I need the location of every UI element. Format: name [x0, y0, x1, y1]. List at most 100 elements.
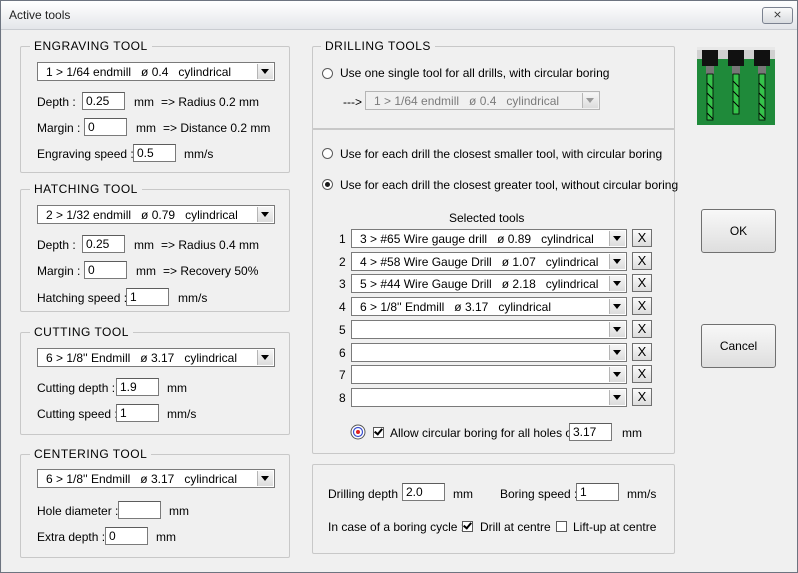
closest-greater-radio[interactable]: [322, 179, 333, 190]
engraving-tool-select[interactable]: 1 > 1/64 endmill ø 0.4 cylindrical: [37, 62, 275, 81]
selected-tool-value: 4 > #58 Wire Gauge Drill ø 1.07 cylindri…: [360, 255, 599, 269]
boring-speed-input[interactable]: 1: [576, 483, 619, 501]
tool-slot-number: 1: [339, 232, 346, 246]
hatching-tool-select[interactable]: 2 > 1/32 endmill ø 0.79 cylindrical: [37, 205, 275, 224]
selected-tool-select[interactable]: [351, 343, 627, 362]
chevron-down-icon[interactable]: [257, 64, 273, 79]
remove-tool-button[interactable]: X: [632, 388, 652, 406]
chevron-down-icon[interactable]: [609, 254, 625, 269]
remove-tool-button[interactable]: X: [632, 365, 652, 383]
remove-tool-button[interactable]: X: [632, 297, 652, 315]
tool-slot-number: 8: [339, 391, 346, 405]
selected-tool-select[interactable]: [351, 320, 627, 339]
drilling-single-group: DRILLING TOOLS Use one single tool for a…: [312, 39, 675, 130]
single-tool-select[interactable]: 1 > 1/64 endmill ø 0.4 cylindrical: [365, 91, 600, 110]
remove-tool-button[interactable]: X: [632, 229, 652, 247]
cutting-tool-group: CUTTING TOOL 6 > 1/8'' Endmill ø 3.17 cy…: [20, 325, 290, 435]
hatching-depth-input[interactable]: 0.25: [82, 235, 125, 253]
hole-diameter-unit: mm: [169, 504, 189, 518]
chevron-down-icon[interactable]: [609, 390, 625, 405]
cutting-tool-value: 6 > 1/8'' Endmill ø 3.17 cylindrical: [46, 351, 237, 365]
liftup-at-centre-checkbox[interactable]: [556, 521, 567, 532]
allow-circular-boring-checkbox[interactable]: [373, 427, 384, 438]
selected-tool-value: 3 > #65 Wire gauge drill ø 0.89 cylindri…: [360, 232, 594, 246]
hatching-margin-input[interactable]: 0: [84, 261, 127, 279]
cancel-button[interactable]: Cancel: [701, 324, 776, 368]
engraving-speed-input[interactable]: 0.5: [133, 144, 176, 162]
centering-tool-select[interactable]: 6 > 1/8'' Endmill ø 3.17 cylindrical: [37, 469, 275, 488]
selected-tool-select[interactable]: 5 > #44 Wire Gauge Drill ø 2.18 cylindri…: [351, 274, 627, 293]
allow-circular-boring-unit: mm: [622, 426, 642, 440]
hatching-depth-unit: mm: [134, 238, 154, 252]
drilling-depth-unit: mm: [453, 487, 473, 501]
selected-tool-select[interactable]: [351, 388, 627, 407]
hatching-margin-note: => Recovery 50%: [163, 264, 259, 278]
engraving-margin-label: Margin :: [37, 121, 81, 135]
extra-depth-input[interactable]: 0: [105, 527, 148, 545]
hatching-speed-label: Hatching speed :: [37, 291, 128, 305]
engraving-margin-note: => Distance 0.2 mm: [163, 121, 271, 135]
chevron-down-icon[interactable]: [609, 345, 625, 360]
chevron-down-icon[interactable]: [609, 231, 625, 246]
single-tool-label: Use one single tool for all drills, with…: [340, 66, 610, 80]
chevron-down-icon[interactable]: [609, 276, 625, 291]
hole-diameter-label: Hole diameter :: [37, 504, 119, 518]
engraving-legend: ENGRAVING TOOL: [30, 39, 152, 53]
cutting-legend: CUTTING TOOL: [30, 325, 133, 339]
single-tool-value: 1 > 1/64 endmill ø 0.4 cylindrical: [374, 94, 560, 108]
remove-tool-button[interactable]: X: [632, 252, 652, 270]
cutting-depth-input[interactable]: 1.9: [116, 378, 159, 396]
allow-circular-boring-input[interactable]: 3.17: [569, 423, 612, 441]
boring-speed-label: Boring speed :: [500, 487, 578, 501]
hatching-tool-group: HATCHING TOOL 2 > 1/32 endmill ø 0.79 cy…: [20, 182, 290, 312]
drill-bits-icon: [697, 47, 775, 125]
drilling-depth-input[interactable]: 2.0: [402, 483, 445, 501]
drilling-legend: DRILLING TOOLS: [321, 39, 435, 53]
closest-greater-label: Use for each drill the closest greater t…: [340, 178, 679, 192]
chevron-down-icon[interactable]: [257, 350, 273, 365]
drill-at-centre-checkbox[interactable]: [462, 521, 473, 532]
circular-boring-icon: [350, 424, 366, 440]
cutting-depth-label: Cutting depth :: [37, 381, 116, 395]
chevron-down-icon[interactable]: [257, 471, 273, 486]
engraving-depth-input[interactable]: 0.25: [82, 92, 125, 110]
chevron-down-icon[interactable]: [609, 322, 625, 337]
engraving-margin-input[interactable]: 0: [84, 118, 127, 136]
close-button[interactable]: ⨯: [762, 7, 793, 24]
selected-tool-select[interactable]: 4 > #58 Wire Gauge Drill ø 1.07 cylindri…: [351, 252, 627, 271]
closest-smaller-label: Use for each drill the closest smaller t…: [340, 147, 663, 161]
single-tool-radio[interactable]: [322, 68, 333, 79]
drilling-depth-label: Drilling depth :: [328, 487, 405, 501]
chevron-down-icon[interactable]: [582, 93, 598, 108]
tool-slot-number: 7: [339, 368, 346, 382]
closest-smaller-radio[interactable]: [322, 148, 333, 159]
cutting-tool-select[interactable]: 6 > 1/8'' Endmill ø 3.17 cylindrical: [37, 348, 275, 367]
engraving-margin-unit: mm: [136, 121, 156, 135]
centering-legend: CENTERING TOOL: [30, 447, 152, 461]
remove-tool-button[interactable]: X: [632, 274, 652, 292]
title-bar: Active tools ⨯: [1, 1, 797, 30]
selected-tool-value: 6 > 1/8'' Endmill ø 3.17 cylindrical: [360, 300, 551, 314]
hole-diameter-input[interactable]: [118, 501, 161, 519]
selected-tool-select[interactable]: 6 > 1/8'' Endmill ø 3.17 cylindrical: [351, 297, 627, 316]
drilling-selected-group: Use for each drill the closest smaller t…: [312, 128, 679, 454]
chevron-down-icon[interactable]: [257, 207, 273, 222]
centering-tool-group: CENTERING TOOL 6 > 1/8'' Endmill ø 3.17 …: [20, 447, 290, 558]
engraving-speed-unit: mm/s: [184, 147, 214, 161]
remove-tool-button[interactable]: X: [632, 320, 652, 338]
selected-tool-select[interactable]: 3 > #65 Wire gauge drill ø 0.89 cylindri…: [351, 229, 627, 248]
hatching-speed-input[interactable]: 1: [126, 288, 169, 306]
chevron-down-icon[interactable]: [609, 299, 625, 314]
cutting-speed-label: Cutting speed :: [37, 407, 118, 421]
chevron-down-icon[interactable]: [609, 367, 625, 382]
cutting-speed-unit: mm/s: [167, 407, 197, 421]
engraving-tool-group: ENGRAVING TOOL 1 > 1/64 endmill ø 0.4 cy…: [20, 39, 290, 173]
cutting-depth-unit: mm: [167, 381, 187, 395]
ok-button[interactable]: OK: [701, 209, 776, 253]
tool-slot-number: 3: [339, 277, 346, 291]
selected-tool-select[interactable]: [351, 365, 627, 384]
dialog-body: ENGRAVING TOOL 1 > 1/64 endmill ø 0.4 cy…: [2, 30, 797, 572]
cutting-speed-input[interactable]: 1: [116, 404, 159, 422]
hatching-depth-label: Depth :: [37, 238, 76, 252]
remove-tool-button[interactable]: X: [632, 343, 652, 361]
